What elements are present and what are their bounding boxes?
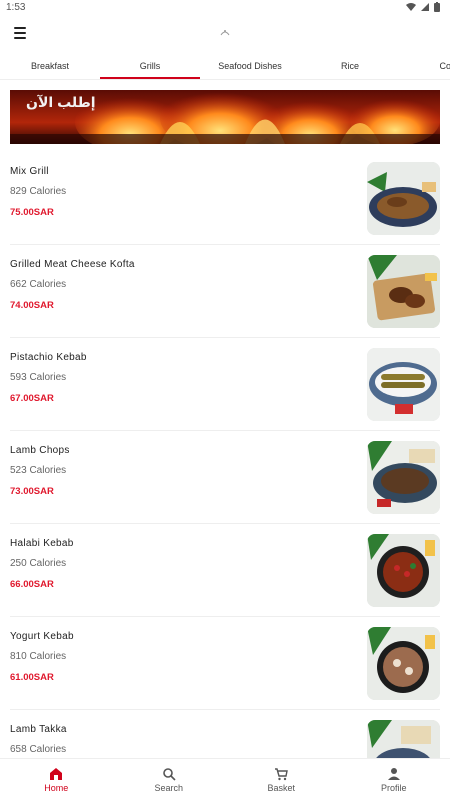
nav-home-label: Home bbox=[44, 782, 69, 793]
nav-profile-label: Profile bbox=[380, 782, 407, 793]
nav-home[interactable]: Home bbox=[0, 759, 113, 800]
item-name: Yogurt Kebab bbox=[10, 631, 74, 642]
item-name: Grilled Meat Cheese Kofta bbox=[10, 259, 135, 270]
tab-rice[interactable]: Rice bbox=[300, 52, 400, 79]
cart-icon bbox=[275, 767, 289, 780]
signal-icon bbox=[421, 3, 429, 11]
menu-item[interactable]: Yogurt Kebab 810 Calories 61.00SAR bbox=[10, 617, 440, 710]
menu-item[interactable]: Lamb Chops 523 Calories 73.00SAR bbox=[10, 431, 440, 524]
nav-search-label: Search bbox=[154, 782, 184, 793]
bottom-nav: Home Search Basket Profile bbox=[0, 758, 450, 800]
item-name: Pistachio Kebab bbox=[10, 352, 87, 363]
app-bar bbox=[0, 14, 450, 52]
menu-list: Mix Grill 829 Calories 75.00SAR Grilled … bbox=[10, 152, 440, 758]
menu-item[interactable]: Halabi Kebab 250 Calories 66.00SAR bbox=[10, 524, 440, 617]
battery-icon bbox=[434, 2, 440, 12]
person-icon bbox=[387, 767, 400, 780]
item-image bbox=[367, 627, 440, 700]
item-calories: 250 Calories bbox=[10, 558, 67, 569]
item-price: 66.00SAR bbox=[10, 579, 54, 590]
item-image bbox=[367, 348, 440, 421]
nav-basket[interactable]: Basket bbox=[225, 759, 338, 800]
home-icon bbox=[50, 767, 63, 780]
item-image bbox=[367, 441, 440, 514]
item-image bbox=[367, 534, 440, 607]
item-name: Mix Grill bbox=[10, 166, 49, 177]
item-price: 74.00SAR bbox=[10, 300, 54, 311]
item-image bbox=[367, 720, 440, 758]
item-calories: 523 Calories bbox=[10, 465, 67, 476]
item-calories: 829 Calories bbox=[10, 186, 67, 197]
tab-breakfast[interactable]: Breakfast bbox=[0, 52, 100, 79]
status-time: 1:53 bbox=[6, 1, 26, 13]
item-name: Lamb Chops bbox=[10, 445, 70, 456]
nav-profile[interactable]: Profile bbox=[338, 759, 450, 800]
item-calories: 658 Calories bbox=[10, 744, 67, 755]
promo-banner[interactable]: إطلب الآن bbox=[10, 90, 440, 144]
brand-logo bbox=[220, 30, 230, 36]
menu-item[interactable]: Mix Grill 829 Calories 75.00SAR bbox=[10, 152, 440, 245]
item-name: Halabi Kebab bbox=[10, 538, 74, 549]
tab-grills[interactable]: Grills bbox=[100, 52, 200, 79]
tab-seafood-dishes[interactable]: Seafood Dishes bbox=[200, 52, 300, 79]
menu-icon[interactable] bbox=[10, 23, 30, 43]
menu-item[interactable]: Lamb Takka 658 Calories bbox=[10, 710, 440, 758]
tab-conti[interactable]: Conti bbox=[400, 52, 450, 79]
item-calories: 662 Calories bbox=[10, 279, 67, 290]
item-price: 61.00SAR bbox=[10, 672, 54, 683]
item-name: Lamb Takka bbox=[10, 724, 67, 735]
item-price: 75.00SAR bbox=[10, 207, 54, 218]
item-calories: 593 Calories bbox=[10, 372, 67, 383]
item-image bbox=[367, 162, 440, 235]
item-price: 73.00SAR bbox=[10, 486, 54, 497]
menu-item[interactable]: Grilled Meat Cheese Kofta 662 Calories 7… bbox=[10, 245, 440, 338]
item-image bbox=[367, 255, 440, 328]
nav-basket-label: Basket bbox=[267, 782, 295, 793]
wifi-icon bbox=[406, 3, 416, 11]
search-icon bbox=[162, 767, 176, 781]
status-bar: 1:53 bbox=[0, 0, 450, 14]
item-calories: 810 Calories bbox=[10, 651, 67, 662]
category-tabs: Breakfast Grills Seafood Dishes Rice Con… bbox=[0, 52, 450, 80]
nav-search[interactable]: Search bbox=[113, 759, 226, 800]
item-price: 67.00SAR bbox=[10, 393, 54, 404]
banner-text: إطلب الآن bbox=[26, 94, 96, 110]
menu-item[interactable]: Pistachio Kebab 593 Calories 67.00SAR bbox=[10, 338, 440, 431]
